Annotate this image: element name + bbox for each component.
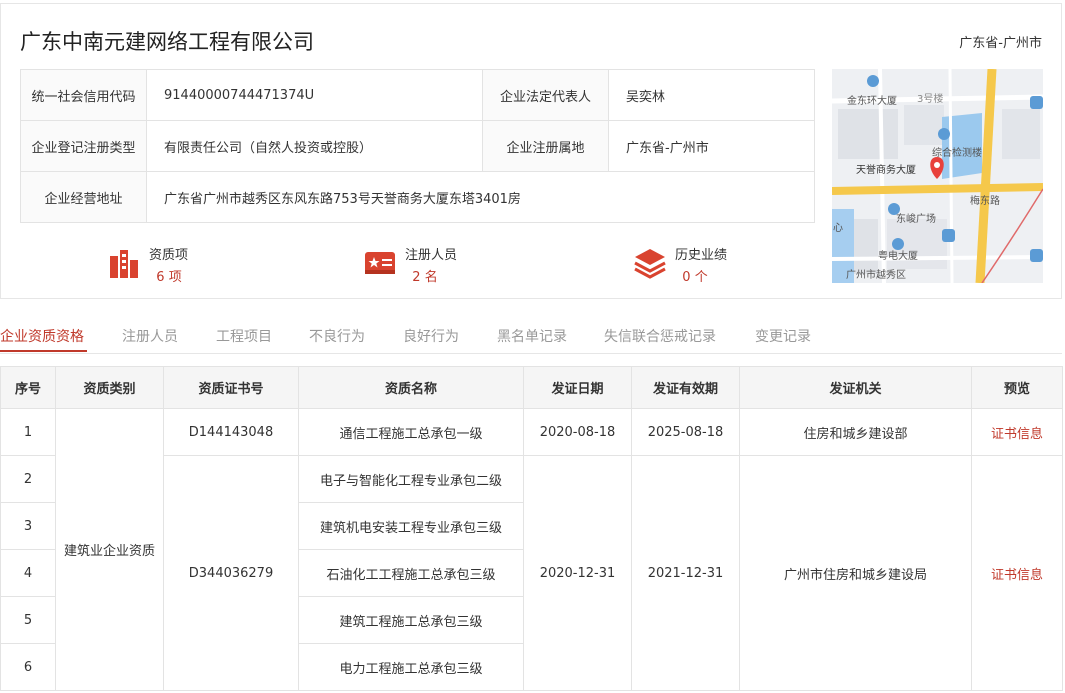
row-number: 4: [0, 549, 56, 597]
map-label: 梅东路: [970, 194, 1000, 207]
issue-date: 2020-08-18: [523, 408, 632, 456]
active-tab-indicator: [0, 350, 87, 352]
tab-bar: 企业资质资格 注册人员 工程项目 不良行为 良好行为 黑名单记录 失信联合惩戒记…: [0, 318, 1062, 354]
legal-rep-label: 企业法定代表人: [482, 69, 609, 121]
stat-label: 资质项: [149, 248, 189, 263]
map-label: 金东环大厦: [847, 94, 897, 107]
row-number: 3: [0, 502, 56, 550]
map-label: 3号楼: [917, 92, 943, 105]
address-label: 企业经营地址: [20, 171, 147, 223]
stat-value[interactable]: 6 项: [149, 266, 189, 285]
credit-code-value: 91440000744471374U: [146, 69, 483, 121]
address-value: 广东省广州市越秀区东风东路753号天誉商务大厦东塔3401房: [146, 171, 815, 223]
stat-value[interactable]: 0 个: [675, 266, 715, 285]
certificate-card-icon: [365, 252, 395, 274]
column-header: 预览: [971, 366, 1063, 409]
map-label: 天誉商务大厦: [856, 163, 916, 176]
map-block: [904, 105, 944, 145]
parking-icon: [942, 229, 955, 242]
parking-icon: [1030, 249, 1043, 262]
column-header: 序号: [0, 366, 56, 409]
map-poi-icon: [892, 238, 904, 250]
reg-type-value: 有限责任公司（自然人投资或控股）: [146, 120, 483, 172]
qualification-name: 通信工程施工总承包一级: [298, 408, 524, 456]
qualification-name: 电子与智能化工程专业承包二级: [298, 455, 524, 503]
map-block: [838, 109, 898, 159]
layers-stack-icon: [634, 249, 666, 279]
tab-good-behavior[interactable]: 良好行为: [403, 326, 459, 346]
parking-icon: [1030, 96, 1043, 109]
column-header: 发证日期: [523, 366, 632, 409]
credit-code-label: 统一社会信用代码: [20, 69, 147, 121]
row-number: 5: [0, 596, 56, 644]
column-header: 资质名称: [298, 366, 524, 409]
table-row: 1 建筑业企业资质 D144143048 通信工程施工总承包一级 2020-08…: [0, 408, 1063, 691]
map-label: 综合检测楼: [932, 146, 982, 159]
company-name: 广东中南元建网络工程有限公司: [20, 30, 314, 54]
tab-blacklist[interactable]: 黑名单记录: [497, 326, 567, 346]
cert-number: D344036279: [163, 455, 299, 691]
map-road: [948, 69, 954, 283]
tab-projects[interactable]: 工程项目: [216, 326, 272, 346]
stat-history-projects[interactable]: 历史业绩 0 个: [633, 242, 773, 292]
column-header: 资质证书号: [163, 366, 299, 409]
map-label: 粤电大厦: [878, 249, 918, 262]
reg-place-label: 企业注册属地: [482, 120, 609, 172]
company-card: 广东中南元建网络工程有限公司 广东省-广州市 统一社会信用代码 91440000…: [0, 3, 1062, 299]
qualification-name: 建筑机电安装工程专业承包三级: [298, 502, 524, 550]
tab-bad-behavior[interactable]: 不良行为: [309, 326, 365, 346]
qualification-category: 建筑业企业资质: [55, 408, 164, 691]
cert-info-link[interactable]: 证书信息: [971, 408, 1063, 456]
stat-label: 注册人员: [405, 248, 458, 263]
tab-change-records[interactable]: 变更记录: [755, 326, 811, 346]
qualification-name: 建筑工程施工总承包三级: [298, 596, 524, 644]
column-header: 发证有效期: [631, 366, 740, 409]
company-region: 广东省-广州市: [959, 36, 1042, 51]
map-poi-icon: [938, 128, 950, 140]
map-label: 广州市越秀区: [846, 268, 906, 281]
stat-label: 历史业绩: [675, 248, 728, 263]
cert-info-link[interactable]: 证书信息: [971, 455, 1063, 691]
row-number: 6: [0, 643, 56, 691]
reg-type-label: 企业登记注册类型: [20, 120, 147, 172]
map-road: [832, 255, 1043, 261]
issuing-authority: 广州市住房和城乡建设局: [739, 455, 972, 691]
map-label: 东峻广场: [896, 212, 936, 225]
qualification-name: 电力工程施工总承包三级: [298, 643, 524, 691]
qualification-table: 序号 资质类别 资质证书号 资质名称 发证日期 发证有效期 发证机关 预览 1 …: [0, 366, 1063, 691]
row-number: 1: [0, 408, 56, 456]
map-poi-icon: [867, 75, 879, 87]
location-map[interactable]: 金东环大厦 3号楼 综合检测楼 天誉商务大厦 梅东路 东峻广场 粤电大厦 广州市…: [832, 69, 1043, 283]
company-info-table: 统一社会信用代码 91440000744471374U 企业法定代表人 吴奕林 …: [20, 69, 815, 223]
tab-joint-punishment[interactable]: 失信联合惩戒记录: [604, 326, 716, 346]
issue-date: 2020-12-31: [523, 455, 632, 691]
map-label: 心: [833, 222, 843, 234]
reg-place-value: 广东省-广州市: [608, 120, 815, 172]
stat-qualifications[interactable]: 资质项 6 项: [107, 242, 247, 292]
cert-number: D144143048: [163, 408, 299, 456]
qualification-name: 石油化工工程施工总承包三级: [298, 549, 524, 597]
row-number: 2: [0, 455, 56, 503]
tab-registered-staff[interactable]: 注册人员: [122, 326, 178, 346]
location-pin-dot: [934, 162, 940, 168]
map-water: [942, 113, 982, 179]
valid-until: 2021-12-31: [631, 455, 740, 691]
map-canvas[interactable]: 金东环大厦 3号楼 综合检测楼 天誉商务大厦 梅东路 东峻广场 粤电大厦 广州市…: [832, 69, 1043, 283]
tab-qualifications[interactable]: 企业资质资格: [0, 326, 84, 346]
building-chart-icon: [110, 250, 138, 278]
legal-rep-value: 吴奕林: [608, 69, 815, 121]
map-road-major: [832, 183, 1043, 195]
issuing-authority: 住房和城乡建设部: [739, 408, 972, 456]
column-header: 资质类别: [55, 366, 164, 409]
column-header: 发证机关: [739, 366, 972, 409]
map-block: [1002, 109, 1040, 159]
stat-registered-staff[interactable]: 注册人员 2 名: [363, 242, 503, 292]
table-header-row: 序号 资质类别 资质证书号 资质名称 发证日期 发证有效期 发证机关 预览: [0, 366, 1063, 409]
valid-until: 2025-08-18: [631, 408, 740, 456]
stat-value[interactable]: 2 名: [405, 266, 445, 285]
